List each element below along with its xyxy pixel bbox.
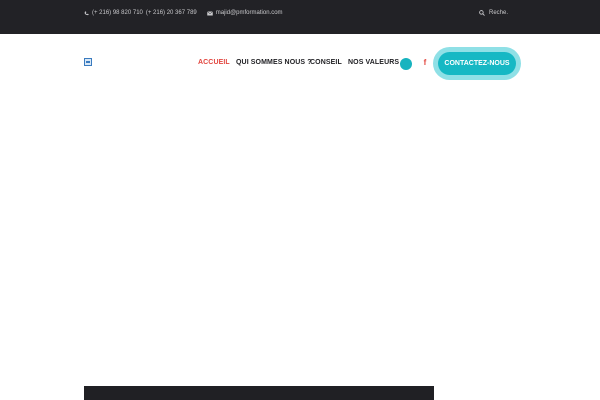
envelope-icon xyxy=(206,10,213,15)
phone-icon xyxy=(84,11,89,15)
contact-button[interactable]: CONTACTEZ-NOUS xyxy=(438,52,516,75)
nav-item-qui-sommes-nous[interactable]: QUI SOMMES NOUS ? xyxy=(236,57,312,69)
phone-number-2[interactable]: (+ 216) 20 367 789 xyxy=(146,10,197,16)
email-link[interactable]: majid@pmformation.com xyxy=(216,10,283,16)
phone-number-1[interactable]: (+ 216) 98 820 710 xyxy=(92,10,143,16)
content-dark-panel xyxy=(84,386,434,400)
contact-info: (+ 216) 98 820 710 (+ 216) 20 367 789 ma… xyxy=(84,8,283,18)
nav-item-nos-valeurs[interactable]: NOS VALEURS xyxy=(348,57,399,69)
search-input[interactable]: Reche. xyxy=(489,10,508,16)
top-bar: (+ 216) 98 820 710 (+ 216) 20 367 789 ma… xyxy=(0,0,600,34)
nav-item-conseil[interactable]: CONSEIL xyxy=(310,57,342,69)
facebook-icon[interactable]: f xyxy=(422,57,428,69)
site-logo[interactable] xyxy=(84,58,92,66)
social-circle-icon[interactable] xyxy=(400,58,412,70)
nav-item-accueil[interactable]: ACCUEIL xyxy=(198,57,230,69)
search-box[interactable]: Reche. xyxy=(479,8,508,18)
search-icon xyxy=(479,10,485,16)
